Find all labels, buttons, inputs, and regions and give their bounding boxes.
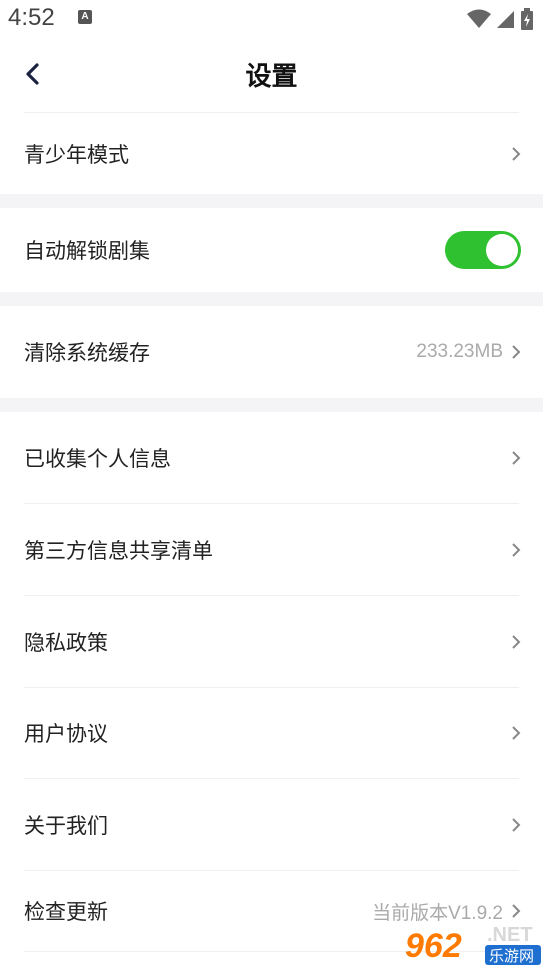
row-label: 青少年模式 (24, 143, 129, 167)
battery-icon (521, 8, 533, 30)
cache-size-value: 233.23MB (416, 341, 503, 362)
nav-bar: 设置 (0, 44, 543, 106)
row-label: 隐私政策 (24, 630, 108, 655)
settings-row-about[interactable]: 关于我们 (0, 779, 543, 870)
settings-row-privacy[interactable]: 隐私政策 (0, 596, 543, 687)
settings-row-user-agreement[interactable]: 用户协议 (0, 688, 543, 778)
settings-row-teen-mode[interactable]: 青少年模式 (0, 114, 543, 194)
watermark-number: 962 (405, 927, 462, 965)
row-label: 自动解锁剧集 (24, 239, 150, 263)
page-title: 设置 (245, 62, 298, 92)
row-label: 用户协议 (24, 722, 108, 746)
row-label: 已收集个人信息 (24, 446, 171, 471)
row-label: 关于我们 (24, 813, 108, 838)
section-gap (0, 292, 543, 306)
status-time: 4:52 (8, 4, 55, 31)
watermark-logo: 962 .NET 乐游网 (405, 924, 541, 965)
settings-row-clear-cache[interactable]: 清除系统缓存 233.23MB (0, 306, 543, 398)
row-label: 清除系统缓存 (24, 341, 150, 365)
chevron-right-icon (512, 634, 521, 649)
row-label: 检查更新 (24, 900, 108, 924)
chevron-right-icon (512, 450, 521, 465)
status-icons (467, 8, 533, 30)
settings-row-third-party[interactable]: 第三方信息共享清单 (0, 504, 543, 595)
divider (24, 112, 519, 113)
section-gap (0, 194, 543, 208)
wifi-icon (467, 9, 491, 28)
chevron-right-icon (512, 726, 521, 740)
status-bar: 4:52 A (0, 0, 543, 38)
settings-row-personal-info[interactable]: 已收集个人信息 (0, 412, 543, 503)
settings-row-auto-unlock: 自动解锁剧集 (0, 208, 543, 292)
section-gap (0, 398, 543, 412)
chevron-right-icon (512, 345, 521, 359)
watermark-site: 乐游网 (489, 947, 534, 965)
watermark-suffix: .NET (487, 924, 533, 946)
toggle-knob (486, 234, 518, 266)
notification-icon: A (78, 10, 92, 24)
chevron-right-icon (512, 147, 521, 161)
chevron-right-icon (512, 542, 521, 557)
row-label: 第三方信息共享清单 (24, 538, 213, 563)
signal-icon (497, 11, 514, 28)
chevron-right-icon (512, 817, 521, 832)
chevron-right-icon (512, 904, 521, 918)
auto-unlock-toggle[interactable] (445, 231, 521, 269)
